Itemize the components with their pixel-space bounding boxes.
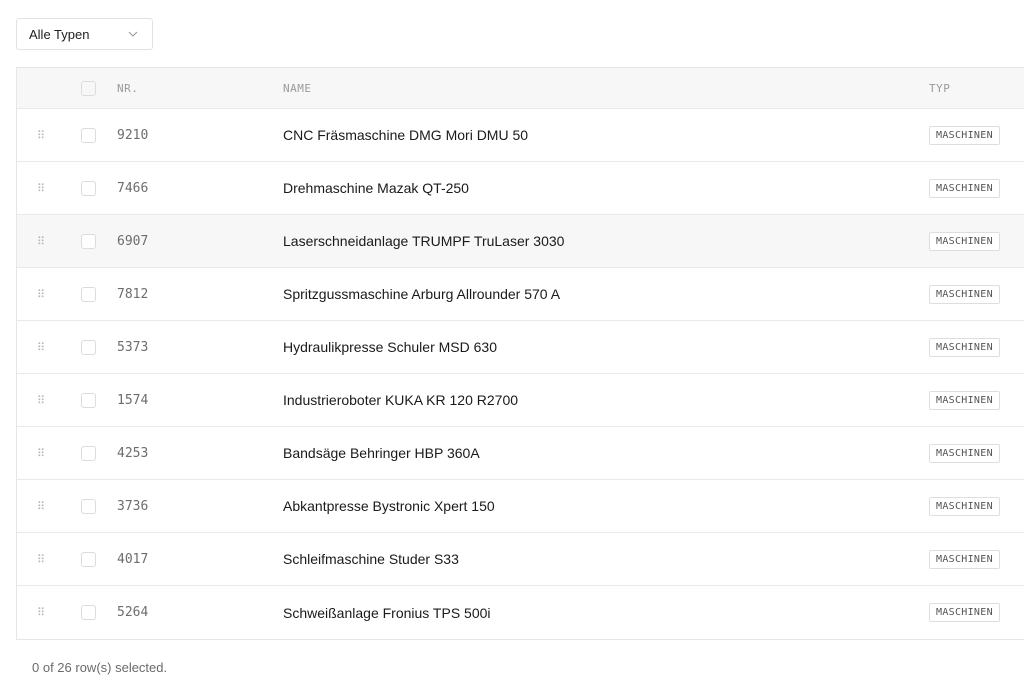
row-checkbox[interactable] — [81, 127, 96, 143]
row-checkbox-cell — [81, 127, 117, 143]
row-nr: 6907 — [117, 233, 149, 249]
table-row[interactable]: ⠿ 4253 Bandsäge Behringer HBP 360A MASCHINE… — [17, 427, 1024, 480]
row-type-cell: MASCHINEN — [929, 125, 1024, 145]
row-type-cell: MASCHINEN — [929, 496, 1024, 516]
drag-handle-icon[interactable]: ⠿ — [17, 341, 81, 354]
row-type-cell: MASCHINEN — [929, 549, 1024, 569]
type-badge: MASCHINEN — [929, 284, 1000, 304]
row-nr: 5264 — [117, 605, 149, 620]
table-row[interactable]: ⠿ 9210 CNC Fräsmaschine DMG Mori DMU 50 MAS… — [17, 109, 1024, 162]
row-nr: 4253 — [117, 445, 149, 461]
row-nr: 9210 — [117, 127, 149, 143]
type-badge: MASCHINEN — [929, 337, 1000, 357]
row-checkbox[interactable] — [81, 605, 96, 620]
type-badge: MASCHINEN — [929, 178, 1000, 198]
drag-handle-icon[interactable]: ⠿ — [17, 447, 81, 460]
row-name: CNC Fräsmaschine DMG Mori DMU 50 — [283, 127, 529, 143]
row-name: Industrieroboter KUKA KR 120 R2700 — [283, 392, 519, 408]
row-name: Spritzgussmaschine Arburg Allrounder 570… — [283, 286, 561, 302]
table-header-row: NR. NAME TYP — [17, 68, 1024, 109]
row-name: Schleifmaschine Studer S33 — [283, 551, 459, 567]
row-checkbox[interactable] — [81, 498, 96, 514]
drag-handle-icon[interactable]: ⠿ — [17, 606, 81, 619]
row-checkbox[interactable] — [81, 551, 96, 567]
row-checkbox-cell — [81, 392, 117, 408]
row-type-cell: MASCHINEN — [929, 390, 1024, 410]
machines-table: NR. NAME TYP ⠿ 9210 CNC Fräsmaschine DMG M… — [16, 67, 1024, 640]
table-row[interactable]: ⠿ 5264 Schweißanlage Fronius TPS 500i MASCH… — [17, 586, 1024, 639]
row-type-cell: MASCHINEN — [929, 443, 1024, 463]
row-nr: 3736 — [117, 498, 149, 514]
row-checkbox[interactable] — [81, 233, 96, 249]
table-body: ⠿ 9210 CNC Fräsmaschine DMG Mori DMU 50 MAS… — [17, 109, 1024, 639]
type-badge: MASCHINEN — [929, 390, 1000, 410]
row-name: Hydraulikpresse Schuler MSD 630 — [283, 339, 497, 355]
row-type-cell: MASCHINEN — [929, 284, 1024, 304]
chevron-down-icon — [128, 29, 138, 40]
drag-handle-icon[interactable]: ⠿ — [17, 394, 81, 407]
type-badge: MASCHINEN — [929, 603, 1000, 622]
select-all-checkbox[interactable] — [81, 80, 96, 96]
type-badge: MASCHINEN — [929, 496, 1000, 516]
type-badge: MASCHINEN — [929, 125, 1000, 145]
row-nr: 4017 — [117, 551, 149, 567]
row-nr: 1574 — [117, 392, 149, 408]
type-filter-label: Alle Typen — [29, 26, 90, 42]
row-type-cell: MASCHINEN — [929, 337, 1024, 357]
table-row[interactable]: ⠿ 5373 Hydraulikpresse Schuler MSD 630 MASC… — [17, 321, 1024, 374]
row-type-cell: MASCHINEN — [929, 178, 1024, 198]
row-checkbox[interactable] — [81, 392, 96, 408]
column-header-name[interactable]: NAME — [283, 82, 929, 95]
row-name: Laserschneidanlage TRUMPF TruLaser 3030 — [283, 233, 565, 249]
row-type-cell: MASCHINEN — [929, 231, 1024, 251]
row-name: Schweißanlage Fronius TPS 500i — [283, 604, 491, 621]
row-checkbox-cell — [81, 605, 117, 620]
row-checkbox[interactable] — [81, 180, 96, 196]
row-nr: 5373 — [117, 339, 149, 355]
drag-handle-icon[interactable]: ⠿ — [17, 129, 81, 142]
row-checkbox-cell — [81, 180, 117, 196]
drag-handle-icon[interactable]: ⠿ — [17, 235, 81, 248]
row-checkbox[interactable] — [81, 445, 96, 461]
row-checkbox-cell — [81, 286, 117, 302]
drag-handle-icon[interactable]: ⠿ — [17, 288, 81, 301]
row-checkbox-cell — [81, 339, 117, 355]
column-header-type[interactable]: TYP — [929, 82, 1024, 95]
type-badge: MASCHINEN — [929, 231, 1000, 251]
row-name: Abkantpresse Bystronic Xpert 150 — [283, 498, 495, 514]
type-badge: MASCHINEN — [929, 443, 1000, 463]
row-checkbox-cell — [81, 551, 117, 567]
table-row[interactable]: ⠿ 7466 Drehmaschine Mazak QT-250 MASCHINEN — [17, 162, 1024, 215]
table-row[interactable]: ⠿ 1574 Industrieroboter KUKA KR 120 R2700 M… — [17, 374, 1024, 427]
row-checkbox-cell — [81, 498, 117, 514]
row-nr: 7812 — [117, 286, 149, 302]
row-name: Bandsäge Behringer HBP 360A — [283, 445, 480, 461]
drag-handle-icon[interactable]: ⠿ — [17, 553, 81, 566]
type-badge: MASCHINEN — [929, 549, 1000, 569]
table-row[interactable]: ⠿ 4017 Schleifmaschine Studer S33 MASCHINEN — [17, 533, 1024, 586]
selection-count: 0 of 26 row(s) selected. — [32, 660, 168, 675]
row-name: Drehmaschine Mazak QT-250 — [283, 180, 469, 196]
row-nr: 7466 — [117, 180, 149, 196]
row-checkbox-cell — [81, 445, 117, 461]
row-checkbox[interactable] — [81, 339, 96, 355]
table-row[interactable]: ⠿ 6907 Laserschneidanlage TRUMPF TruLaser … — [17, 215, 1024, 268]
drag-handle-icon[interactable]: ⠿ — [17, 182, 81, 195]
table-row[interactable]: ⠿ 3736 Abkantpresse Bystronic Xpert 150 MAS… — [17, 480, 1024, 533]
table-row[interactable]: ⠿ 7812 Spritzgussmaschine Arburg Allrounde… — [17, 268, 1024, 321]
row-checkbox[interactable] — [81, 286, 96, 302]
row-checkbox-cell — [81, 233, 117, 249]
page: Alle Typen NR. NAME TYP ⠿ 9210 CNC Fräsmas… — [0, 0, 1024, 690]
drag-handle-icon[interactable]: ⠿ — [17, 500, 81, 513]
type-filter-select[interactable]: Alle Typen — [16, 18, 153, 50]
column-header-nr[interactable]: NR. — [117, 82, 283, 95]
header-checkbox-cell — [81, 80, 117, 96]
row-type-cell: MASCHINEN — [929, 603, 1024, 622]
